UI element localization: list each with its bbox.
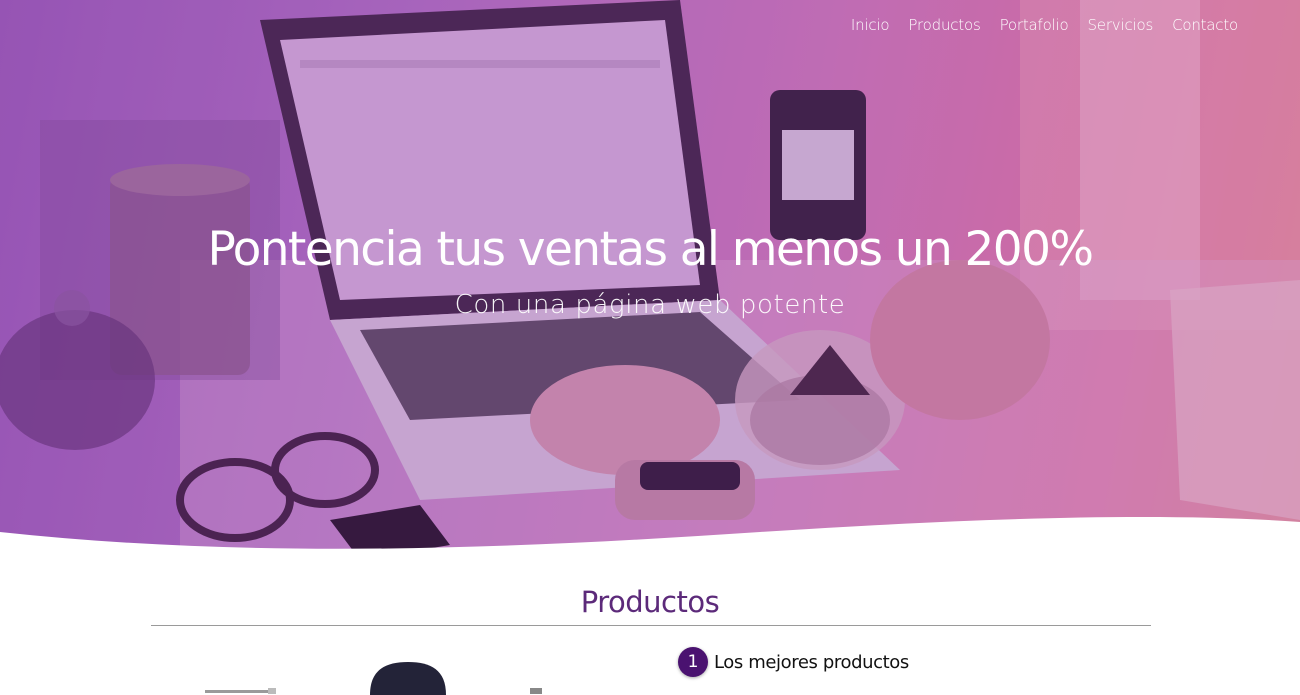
hero-subtitle: Con una página web potente (454, 290, 846, 320)
hero-background-image (0, 0, 1300, 560)
feature-number-badge: 1 (678, 647, 708, 677)
feature-item: 1 Los mejores productos (678, 647, 909, 677)
products-section-title: Productos (580, 585, 720, 619)
main-nav: Inicio Productos Portafolio Servicios Co… (851, 14, 1238, 36)
hero-wave-divider (0, 517, 1300, 580)
nav-link-inicio[interactable]: Inicio (851, 14, 890, 36)
feature-text: Los mejores productos (714, 651, 909, 673)
product-illustration (205, 662, 542, 695)
nav-link-contacto[interactable]: Contacto (1172, 14, 1238, 36)
nav-link-portafolio[interactable]: Portafolio (1000, 14, 1069, 36)
section-divider (151, 625, 1151, 626)
nav-link-servicios[interactable]: Servicios (1087, 14, 1153, 36)
hero-title: Pontencia tus ventas al menos un 200% (207, 222, 1095, 277)
nav-link-productos[interactable]: Productos (908, 14, 980, 36)
hero-banner: Inicio Productos Portafolio Servicios Co… (0, 0, 1300, 560)
